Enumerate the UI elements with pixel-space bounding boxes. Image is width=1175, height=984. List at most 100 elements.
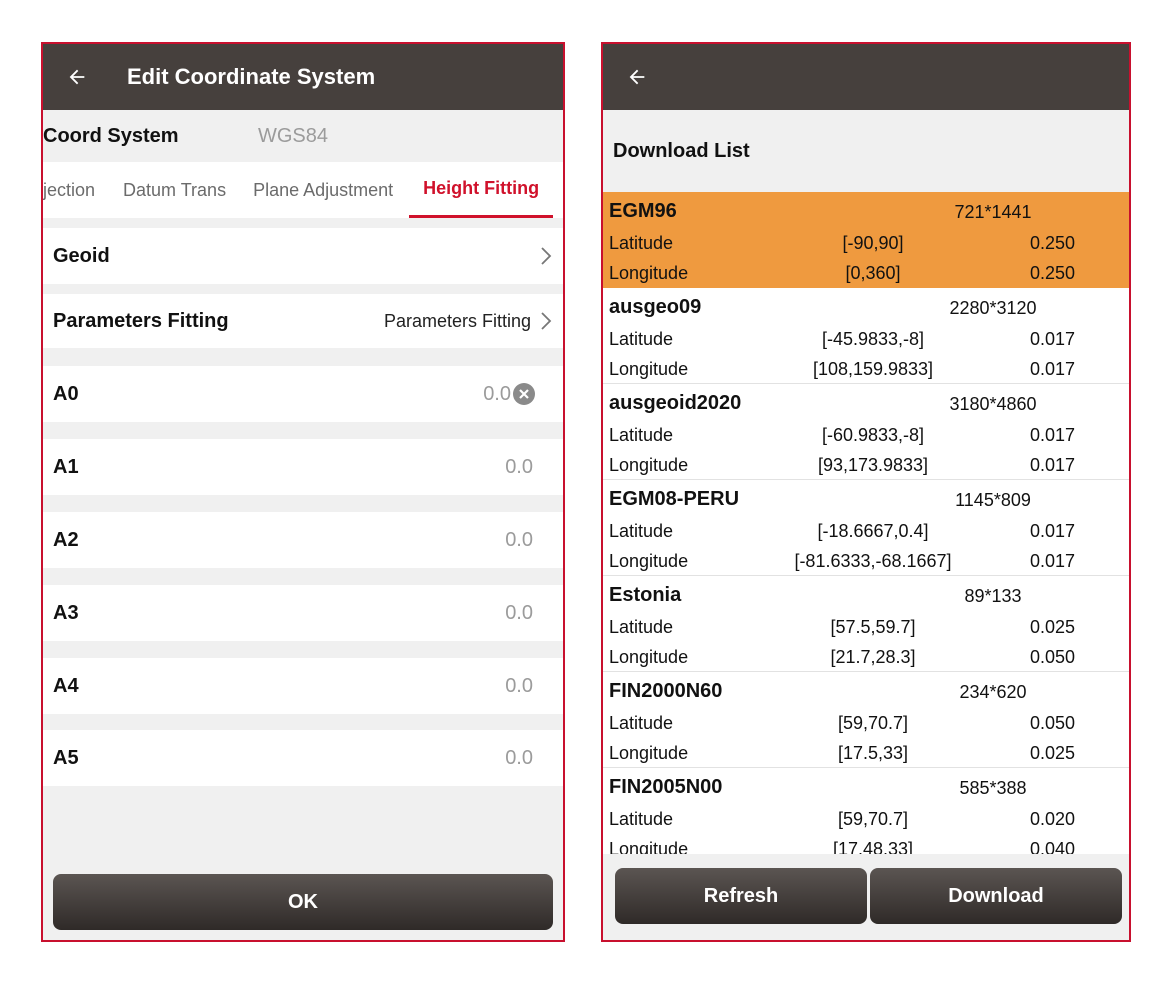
tab-projection[interactable]: jection bbox=[43, 162, 95, 218]
geoid-right bbox=[531, 245, 553, 267]
geoid-name: EGM08-PERU bbox=[609, 488, 740, 510]
param-label: A3 bbox=[53, 601, 79, 624]
download-button[interactable]: Download bbox=[870, 868, 1122, 924]
list-item[interactable]: ausgeo09 2280*3120 Latitude [-45.9833,-8… bbox=[603, 288, 1129, 384]
geoid-name: ausgeoid2020 bbox=[609, 392, 742, 414]
download-list-header: Download List bbox=[603, 110, 1129, 192]
latitude-row: Latitude [-18.6667,0.4] 0.017 bbox=[603, 516, 1129, 546]
download-list-title: Download List bbox=[613, 139, 750, 162]
param-input[interactable]: 0.0 bbox=[505, 675, 533, 698]
param-label: A4 bbox=[53, 674, 79, 697]
longitude-row: Longitude [-81.6333,-68.1667] 0.017 bbox=[603, 546, 1129, 576]
refresh-button[interactable]: Refresh bbox=[615, 868, 867, 924]
param-row-a2[interactable]: A2 0.0 bbox=[43, 512, 563, 568]
param-input[interactable]: 0.0 bbox=[505, 602, 533, 625]
longitude-resolution: 0.025 bbox=[1029, 743, 1075, 763]
latitude-range: [-45.9833,-8] bbox=[821, 329, 925, 349]
grid-size: 721*1441 bbox=[954, 202, 1032, 222]
latitude-row: Latitude [-60.9833,-8] 0.017 bbox=[603, 420, 1129, 450]
latitude-range: [-60.9833,-8] bbox=[821, 425, 925, 445]
latitude-range: [-18.6667,0.4] bbox=[817, 521, 929, 541]
back-arrow-icon[interactable] bbox=[625, 65, 649, 89]
longitude-row: Longitude [21.7,28.3] 0.050 bbox=[603, 642, 1129, 672]
download-list-screen: Download List EGM96 721*1441 Latitude [-… bbox=[601, 42, 1131, 942]
coord-system-value: WGS84 bbox=[258, 124, 329, 147]
list-item[interactable]: FIN2000N60 234*620 Latitude [59,70.7] 0.… bbox=[603, 672, 1129, 768]
latitude-resolution: 0.017 bbox=[1029, 425, 1075, 445]
latitude-label: Latitude bbox=[609, 425, 674, 445]
geoid-row[interactable]: Geoid bbox=[43, 228, 563, 284]
list-item[interactable]: EGM96 721*1441 Latitude [-90,90] 0.250 L… bbox=[603, 192, 1129, 288]
coord-system-label: Coord System bbox=[43, 124, 179, 147]
latitude-range: [59,70.7] bbox=[837, 713, 909, 733]
longitude-row: Longitude [108,159.9833] 0.017 bbox=[603, 354, 1129, 384]
parameters-fitting-label: Parameters Fitting bbox=[53, 309, 229, 332]
longitude-label: Longitude bbox=[609, 455, 689, 475]
download-list[interactable]: EGM96 721*1441 Latitude [-90,90] 0.250 L… bbox=[603, 192, 1129, 858]
grid-size: 89*133 bbox=[964, 586, 1022, 606]
param-row-a1[interactable]: A1 0.0 bbox=[43, 439, 563, 495]
param-input[interactable]: 0.0 bbox=[505, 456, 533, 479]
grid-size: 3180*4860 bbox=[949, 394, 1037, 414]
geoid-label: Geoid bbox=[53, 244, 110, 267]
longitude-range: [108,159.9833] bbox=[812, 359, 934, 379]
longitude-range: [-81.6333,-68.1667] bbox=[794, 551, 952, 571]
latitude-label: Latitude bbox=[609, 521, 674, 541]
longitude-range: [21.7,28.3] bbox=[830, 647, 916, 667]
latitude-resolution: 0.050 bbox=[1029, 713, 1075, 733]
param-label: A2 bbox=[53, 528, 79, 551]
param-label: A1 bbox=[53, 455, 79, 478]
longitude-label: Longitude bbox=[609, 359, 689, 379]
edit-coordinate-system-screen: Edit Coordinate System Coord System WGS8… bbox=[41, 42, 565, 942]
longitude-resolution: 0.250 bbox=[1029, 263, 1075, 283]
list-item[interactable]: EGM08-PERU 1145*809 Latitude [-18.6667,0… bbox=[603, 480, 1129, 576]
tab-datum-trans[interactable]: Datum Trans bbox=[123, 162, 226, 218]
longitude-row: Longitude [17.5,33] 0.025 bbox=[603, 738, 1129, 768]
clear-icon[interactable] bbox=[513, 383, 535, 405]
latitude-range: [59,70.7] bbox=[837, 809, 909, 829]
tab-bar: jection Datum Trans Plane Adjustment Hei… bbox=[43, 162, 563, 218]
param-input[interactable]: 0.0 bbox=[505, 529, 533, 552]
latitude-label: Latitude bbox=[609, 809, 674, 829]
list-item[interactable]: ausgeoid2020 3180*4860 Latitude [-60.983… bbox=[603, 384, 1129, 480]
app-bar bbox=[603, 44, 1129, 110]
longitude-resolution: 0.017 bbox=[1029, 551, 1075, 571]
longitude-label: Longitude bbox=[609, 743, 689, 763]
latitude-range: [-90,90] bbox=[842, 233, 904, 253]
geoid-name: FIN2005N00 bbox=[609, 776, 723, 798]
parameters-fitting-right: Parameters Fitting bbox=[384, 310, 553, 332]
param-label: A0 bbox=[53, 382, 79, 405]
parameters-fitting-row[interactable]: Parameters Fitting Parameters Fitting bbox=[43, 294, 563, 348]
geoid-name: FIN2000N60 bbox=[609, 680, 723, 702]
latitude-range: [57.5,59.7] bbox=[830, 617, 916, 637]
param-row-a3[interactable]: A3 0.0 bbox=[43, 585, 563, 641]
param-row-a4[interactable]: A4 0.0 bbox=[43, 658, 563, 714]
tab-plane-adjustment[interactable]: Plane Adjustment bbox=[253, 162, 393, 218]
list-item[interactable]: FIN2005N00 585*388 Latitude [59,70.7] 0.… bbox=[603, 768, 1129, 858]
latitude-label: Latitude bbox=[609, 329, 674, 349]
latitude-row: Latitude [-90,90] 0.250 bbox=[603, 228, 1129, 258]
latitude-label: Latitude bbox=[609, 713, 674, 733]
longitude-label: Longitude bbox=[609, 647, 689, 667]
coord-system-row: Coord System WGS84 bbox=[43, 110, 563, 162]
param-row-a0[interactable]: A0 0.0 bbox=[43, 366, 563, 422]
back-arrow-icon[interactable] bbox=[65, 65, 89, 89]
chevron-right-icon bbox=[541, 312, 552, 330]
ok-button[interactable]: OK bbox=[53, 874, 553, 930]
longitude-range: [17.5,33] bbox=[837, 743, 909, 763]
tab-height-fitting[interactable]: Height Fitting bbox=[409, 162, 554, 218]
longitude-label: Longitude bbox=[609, 551, 689, 571]
latitude-resolution: 0.020 bbox=[1029, 809, 1075, 829]
latitude-label: Latitude bbox=[609, 617, 674, 637]
grid-size: 1145*809 bbox=[955, 490, 1031, 510]
param-input[interactable]: 0.0 bbox=[483, 383, 511, 406]
list-item[interactable]: Estonia 89*133 Latitude [57.5,59.7] 0.02… bbox=[603, 576, 1129, 672]
param-input[interactable]: 0.0 bbox=[505, 747, 533, 770]
latitude-resolution: 0.017 bbox=[1029, 521, 1075, 541]
geoid-name: ausgeo09 bbox=[609, 296, 702, 318]
param-row-a5[interactable]: A5 0.0 bbox=[43, 730, 563, 786]
longitude-row: Longitude [93,173.9833] 0.017 bbox=[603, 450, 1129, 480]
geoid-name: Estonia bbox=[609, 584, 682, 606]
bottom-button-bar: Refresh Download bbox=[603, 854, 1129, 940]
longitude-row: Longitude [0,360] 0.250 bbox=[603, 258, 1129, 288]
